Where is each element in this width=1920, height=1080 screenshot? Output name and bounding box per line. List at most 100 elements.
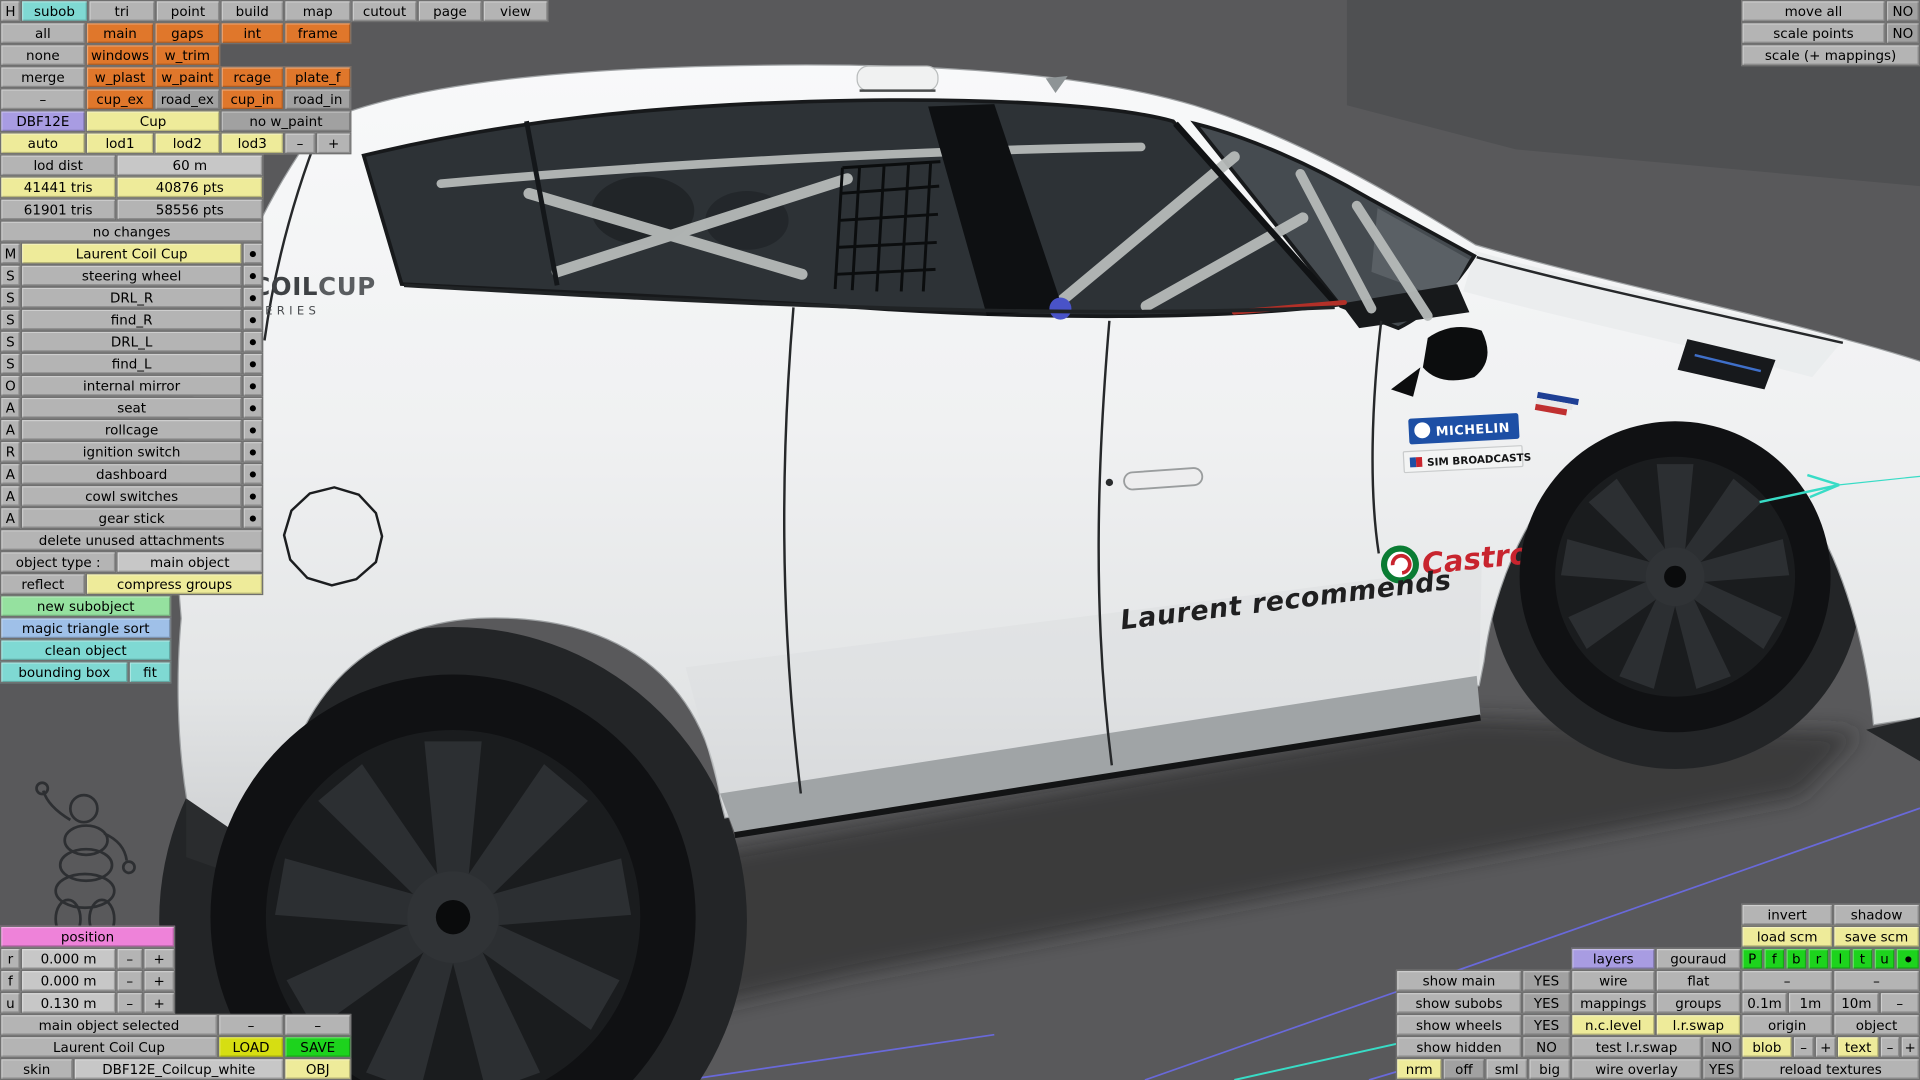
bottom-right-panel-l-r-swap[interactable]: l.r.swap [1656,1014,1742,1036]
left-panel-road-ex[interactable]: road_ex [154,88,220,110]
left-panel-new-subobject[interactable]: new subobject [0,595,171,617]
left-panel-cowl-switches[interactable]: cowl switches [21,485,243,507]
bottom-right-panel-u[interactable]: u [1873,948,1895,970]
left-panel-a[interactable]: A [0,463,21,485]
left-panel-bounding-box[interactable]: bounding box [0,661,129,683]
bottom-right-panel-layers[interactable]: layers [1571,948,1655,970]
left-panel-find-r[interactable]: find_R [21,309,243,331]
bottom-right-panel-save-scm[interactable]: save scm [1833,926,1920,948]
top-right-panel-scale-mappings[interactable]: scale (+ mappings) [1741,44,1920,66]
left-panel-build[interactable]: build [220,0,284,22]
bottom-right-panel-minus[interactable]: – [1833,970,1920,992]
bottom-left-panel-plus[interactable]: + [143,948,175,970]
left-panel-drl-r[interactable]: DRL_R [21,287,243,309]
bottom-right-panel-f[interactable]: f [1763,948,1785,970]
left-panel-r[interactable]: R [0,441,21,463]
bottom-left-panel-0-000-m[interactable]: 0.000 m [21,970,117,992]
left-panel-a[interactable]: A [0,397,21,419]
left-panel-dot[interactable] [242,264,263,286]
left-panel-main-object[interactable]: main object [116,551,263,573]
bottom-right-panel-sml[interactable]: sml [1485,1058,1528,1080]
left-panel-minus[interactable]: – [0,88,86,110]
bottom-right-panel-show-wheels[interactable]: show wheels [1396,1014,1522,1036]
left-panel-w-trim[interactable]: w_trim [154,44,220,66]
bottom-right-panel-no[interactable]: NO [1702,1036,1741,1058]
bottom-left-panel-minus[interactable]: – [218,1014,284,1036]
left-panel-dot[interactable] [242,309,263,331]
left-panel-lod1[interactable]: lod1 [86,132,155,154]
left-panel-clean-object[interactable]: clean object [0,639,171,661]
left-panel-ignition-switch[interactable]: ignition switch [21,441,243,463]
bottom-right-panel-show-subobs[interactable]: show subobs [1396,992,1522,1014]
left-panel-h[interactable]: H [0,0,21,22]
left-panel-seat[interactable]: seat [21,397,243,419]
left-panel-laurent-coil-cup[interactable]: Laurent Coil Cup [21,242,243,264]
bottom-right-panel-mappings[interactable]: mappings [1571,992,1655,1014]
bottom-right-panel-flat[interactable]: flat [1656,970,1742,992]
left-panel-s[interactable]: S [0,353,21,375]
left-panel-all[interactable]: all [0,22,86,44]
left-panel-page[interactable]: page [418,0,483,22]
bottom-left-panel-0-000-m[interactable]: 0.000 m [21,948,117,970]
bottom-left-panel-save[interactable]: SAVE [284,1036,351,1058]
left-panel-int[interactable]: int [220,22,284,44]
left-panel-merge[interactable]: merge [0,66,86,88]
bottom-right-panel-yes[interactable]: YES [1522,970,1571,992]
left-panel-w-plast[interactable]: w_plast [86,66,155,88]
bottom-left-panel-skin[interactable]: skin [0,1058,73,1080]
bottom-right-panel-gouraud[interactable]: gouraud [1656,948,1742,970]
bottom-right-panel-wire[interactable]: wire [1571,970,1655,992]
left-panel-map[interactable]: map [284,0,351,22]
left-panel-frame[interactable]: frame [284,22,351,44]
bottom-right-panel-0-1m[interactable]: 0.1m [1741,992,1788,1014]
left-panel-a[interactable]: A [0,419,21,441]
left-panel-none[interactable]: none [0,44,86,66]
bottom-right-panel-plus[interactable]: + [1815,1036,1837,1058]
bottom-right-panel-load-scm[interactable]: load scm [1741,926,1833,948]
left-panel-lod-dist[interactable]: lod dist [0,154,116,176]
left-panel-dot[interactable] [242,463,263,485]
bottom-right-panel-n-c-level[interactable]: n.c.level [1571,1014,1655,1036]
left-panel-minus[interactable]: – [284,132,316,154]
left-panel-s[interactable]: S [0,287,21,309]
left-panel-rcage[interactable]: rcage [220,66,284,88]
bottom-right-panel-object[interactable]: object [1833,1014,1920,1036]
bottom-right-panel-yes[interactable]: YES [1522,1014,1571,1036]
left-panel-auto[interactable]: auto [0,132,86,154]
bottom-left-panel-laurent-coil-cup[interactable]: Laurent Coil Cup [0,1036,218,1058]
bottom-right-panel-l[interactable]: l [1829,948,1851,970]
bottom-right-panel-r[interactable]: r [1807,948,1829,970]
left-panel-60-m[interactable]: 60 m [116,154,263,176]
top-right-panel-scale-points[interactable]: scale points [1741,22,1885,44]
bottom-right-panel-big[interactable]: big [1528,1058,1571,1080]
bottom-left-panel-dbf12e-coilcup-white[interactable]: DBF12E_Coilcup_white [73,1058,284,1080]
left-panel-internal-mirror[interactable]: internal mirror [21,375,243,397]
bottom-right-panel-minus[interactable]: – [1741,970,1833,992]
left-panel-view[interactable]: view [482,0,548,22]
left-panel-tri[interactable]: tri [88,0,155,22]
left-panel-delete-unused-attachments[interactable]: delete unused attachments [0,529,263,551]
left-panel-main[interactable]: main [86,22,155,44]
left-panel-dot[interactable] [242,507,263,529]
bottom-right-panel-wire-overlay[interactable]: wire overlay [1571,1058,1702,1080]
left-panel-dot[interactable] [242,242,263,264]
bottom-right-panel-yes[interactable]: YES [1522,992,1571,1014]
bottom-left-panel-plus[interactable]: + [143,992,175,1014]
left-panel-compress-groups[interactable]: compress groups [86,573,264,595]
left-panel-dashboard[interactable]: dashboard [21,463,243,485]
left-panel-dot[interactable] [242,441,263,463]
bottom-left-panel-load[interactable]: LOAD [218,1036,284,1058]
left-panel-dot[interactable] [242,287,263,309]
left-panel-s[interactable]: S [0,309,21,331]
left-panel-reflect[interactable]: reflect [0,573,86,595]
bottom-right-panel-nrm[interactable]: nrm [1396,1058,1443,1080]
left-panel-lod2[interactable]: lod2 [154,132,220,154]
left-panel-a[interactable]: A [0,485,21,507]
left-panel-dbf12e[interactable]: DBF12E [0,110,86,132]
left-panel-cup[interactable]: Cup [86,110,221,132]
left-panel-dot[interactable] [242,331,263,353]
bottom-right-panel-show-hidden[interactable]: show hidden [1396,1036,1522,1058]
bottom-right-panel-t[interactable]: t [1851,948,1873,970]
bottom-right-panel-b[interactable]: b [1785,948,1807,970]
left-panel-drl-l[interactable]: DRL_L [21,331,243,353]
